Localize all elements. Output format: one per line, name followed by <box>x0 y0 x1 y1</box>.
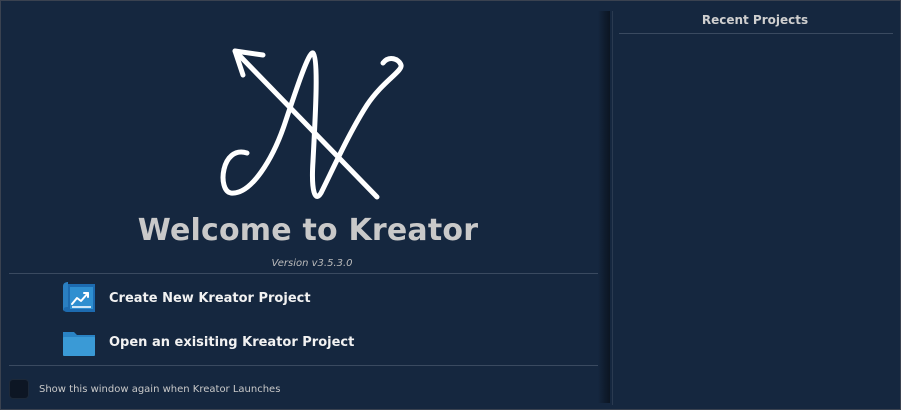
recent-projects-pane: Recent Projects <box>613 1 900 409</box>
welcome-title: Welcome to Kreator <box>137 213 479 248</box>
welcome-pane: Welcome to Kreator Version v3.5.3.0 Crea… <box>1 1 609 409</box>
open-project-label: Open an exisiting Kreator Project <box>109 334 355 350</box>
show-again-label: Show this window again when Kreator Laun… <box>39 383 281 395</box>
divider <box>619 33 893 34</box>
pane-splitter[interactable] <box>598 11 610 403</box>
kreator-logo-icon <box>220 48 404 200</box>
create-project-label: Create New Kreator Project <box>109 290 311 306</box>
recent-projects-list <box>619 37 893 397</box>
show-again-checkbox[interactable] <box>9 379 29 399</box>
recent-projects-title: Recent Projects <box>701 13 809 27</box>
welcome-window: Welcome to Kreator Version v3.5.3.0 Crea… <box>0 0 901 410</box>
open-project-button[interactable]: Open an exisiting Kreator Project <box>61 326 501 358</box>
folder-icon <box>63 332 95 356</box>
divider <box>9 365 609 366</box>
project-chart-icon <box>63 282 95 312</box>
show-again-option: Show this window again when Kreator Laun… <box>9 379 280 399</box>
version-label: Version v3.5.3.0 <box>271 258 353 269</box>
divider <box>9 273 609 274</box>
create-project-button[interactable]: Create New Kreator Project <box>61 282 501 314</box>
